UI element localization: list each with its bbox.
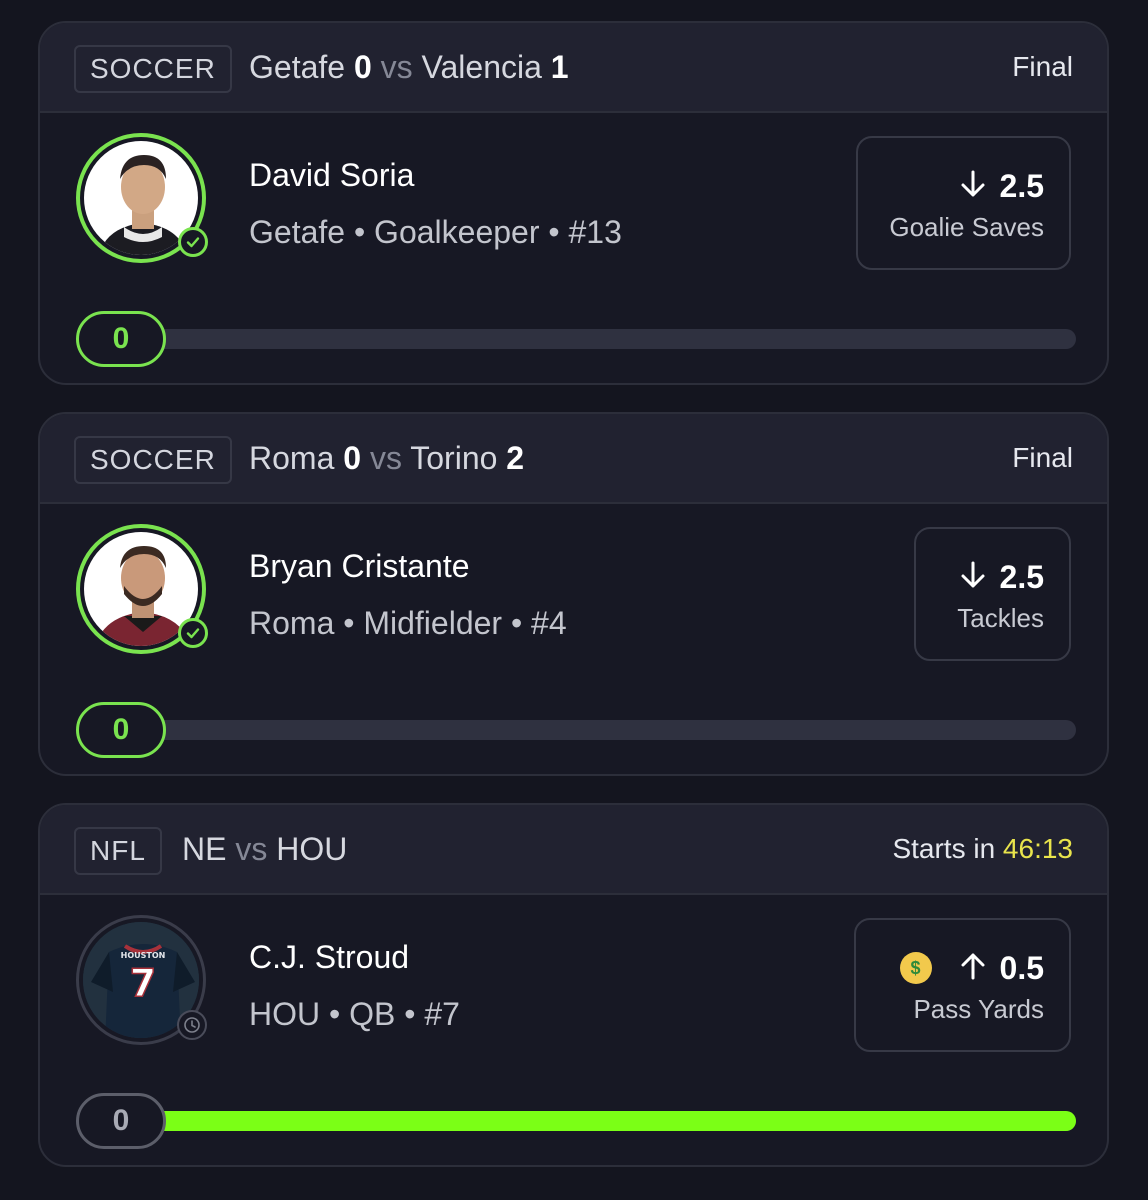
pick-stat: Goalie Saves [889,212,1044,242]
home-score: 0 [353,49,372,85]
pick-card[interactable]: SOCCER Roma 0 vs Torino 2 Final Bryan Cr… [38,412,1109,776]
player-name[interactable]: David Soria [249,157,414,194]
player-info: Roma • Midfielder • #4 [249,605,567,641]
away-team: Valencia [421,49,542,85]
pick-box[interactable]: 2.5 Goalie Saves [856,136,1071,270]
matchup: Getafe 0 vs Valencia 1 [249,47,569,87]
progress-bar [152,720,1076,740]
home-team: Getafe [249,49,346,85]
progress-fill [152,1111,1076,1131]
countdown-timer: 46:13 [1002,833,1073,864]
player-info: HOU • QB • #7 [249,996,460,1032]
pick-line-value: 2.5 [999,558,1044,595]
check-circle-icon [178,618,208,648]
home-team: NE [182,831,227,867]
game-header: SOCCER Roma 0 vs Torino 2 Final [40,414,1107,504]
starts-in-label: Starts in [892,833,996,864]
pick-line-row: 2.5 [883,166,1044,206]
pick-card[interactable]: SOCCER Getafe 0 vs Valencia 1 Final Davi… [38,21,1109,385]
sport-badge: SOCCER [74,436,232,484]
game-header: SOCCER Getafe 0 vs Valencia 1 Final [40,23,1107,113]
vs-label: vs [380,49,413,85]
game-status: Final [1012,51,1073,82]
matchup: NE vs HOU [182,829,347,869]
matchup: Roma 0 vs Torino 2 [249,438,524,478]
player-name[interactable]: Bryan Cristante [249,548,470,585]
pick-line-value: 0.5 [999,949,1044,986]
pick-box[interactable]: 2.5 Tackles [914,527,1071,661]
home-team: Roma [249,440,335,476]
home-score: 0 [343,440,362,476]
pick-box[interactable]: $ 0.5 Pass Yards [854,918,1071,1052]
player-info: Getafe • Goalkeeper • #13 [249,214,622,250]
progress-value: 0 [76,311,166,367]
pick-stat: Pass Yards [913,994,1044,1024]
player-name[interactable]: C.J. Stroud [249,939,409,976]
game-header: NFL NE vs HOU Starts in 46:13 [40,805,1107,895]
vs-label: vs [235,831,268,867]
pick-stat: Tackles [957,603,1044,633]
pick-line-row: 2.5 [941,557,1044,597]
arrow-up-icon [958,951,988,986]
arrow-down-icon [958,560,988,595]
away-score: 2 [506,440,525,476]
vs-label: vs [369,440,402,476]
player-avatar[interactable] [76,524,208,654]
away-team: HOU [276,831,348,867]
jersey-text: HOUSTON [121,951,166,960]
game-status: Final [1012,442,1073,473]
progress-bar [152,1111,1076,1131]
clock-icon [177,1010,207,1040]
sport-badge: NFL [74,827,162,875]
sport-badge: SOCCER [74,45,232,93]
check-circle-icon [178,227,208,257]
player-avatar[interactable]: HOUSTON 7 [76,915,207,1045]
money-mouth-face-icon: $ [899,952,932,984]
progress-value: 0 [76,702,166,758]
pick-line-value: 2.5 [999,167,1044,204]
away-team: Torino [410,440,498,476]
progress-value: 0 [76,1093,166,1149]
away-score: 1 [550,49,569,85]
player-avatar[interactable] [76,133,208,263]
pick-line-row: $ 0.5 [881,948,1044,988]
game-status: Starts in 46:13 [892,833,1073,865]
progress-bar [152,329,1076,349]
pick-card[interactable]: NFL NE vs HOU Starts in 46:13 HOUSTON 7 [38,803,1109,1167]
jersey-number: 7 [130,961,156,1005]
arrow-down-icon [958,169,988,204]
